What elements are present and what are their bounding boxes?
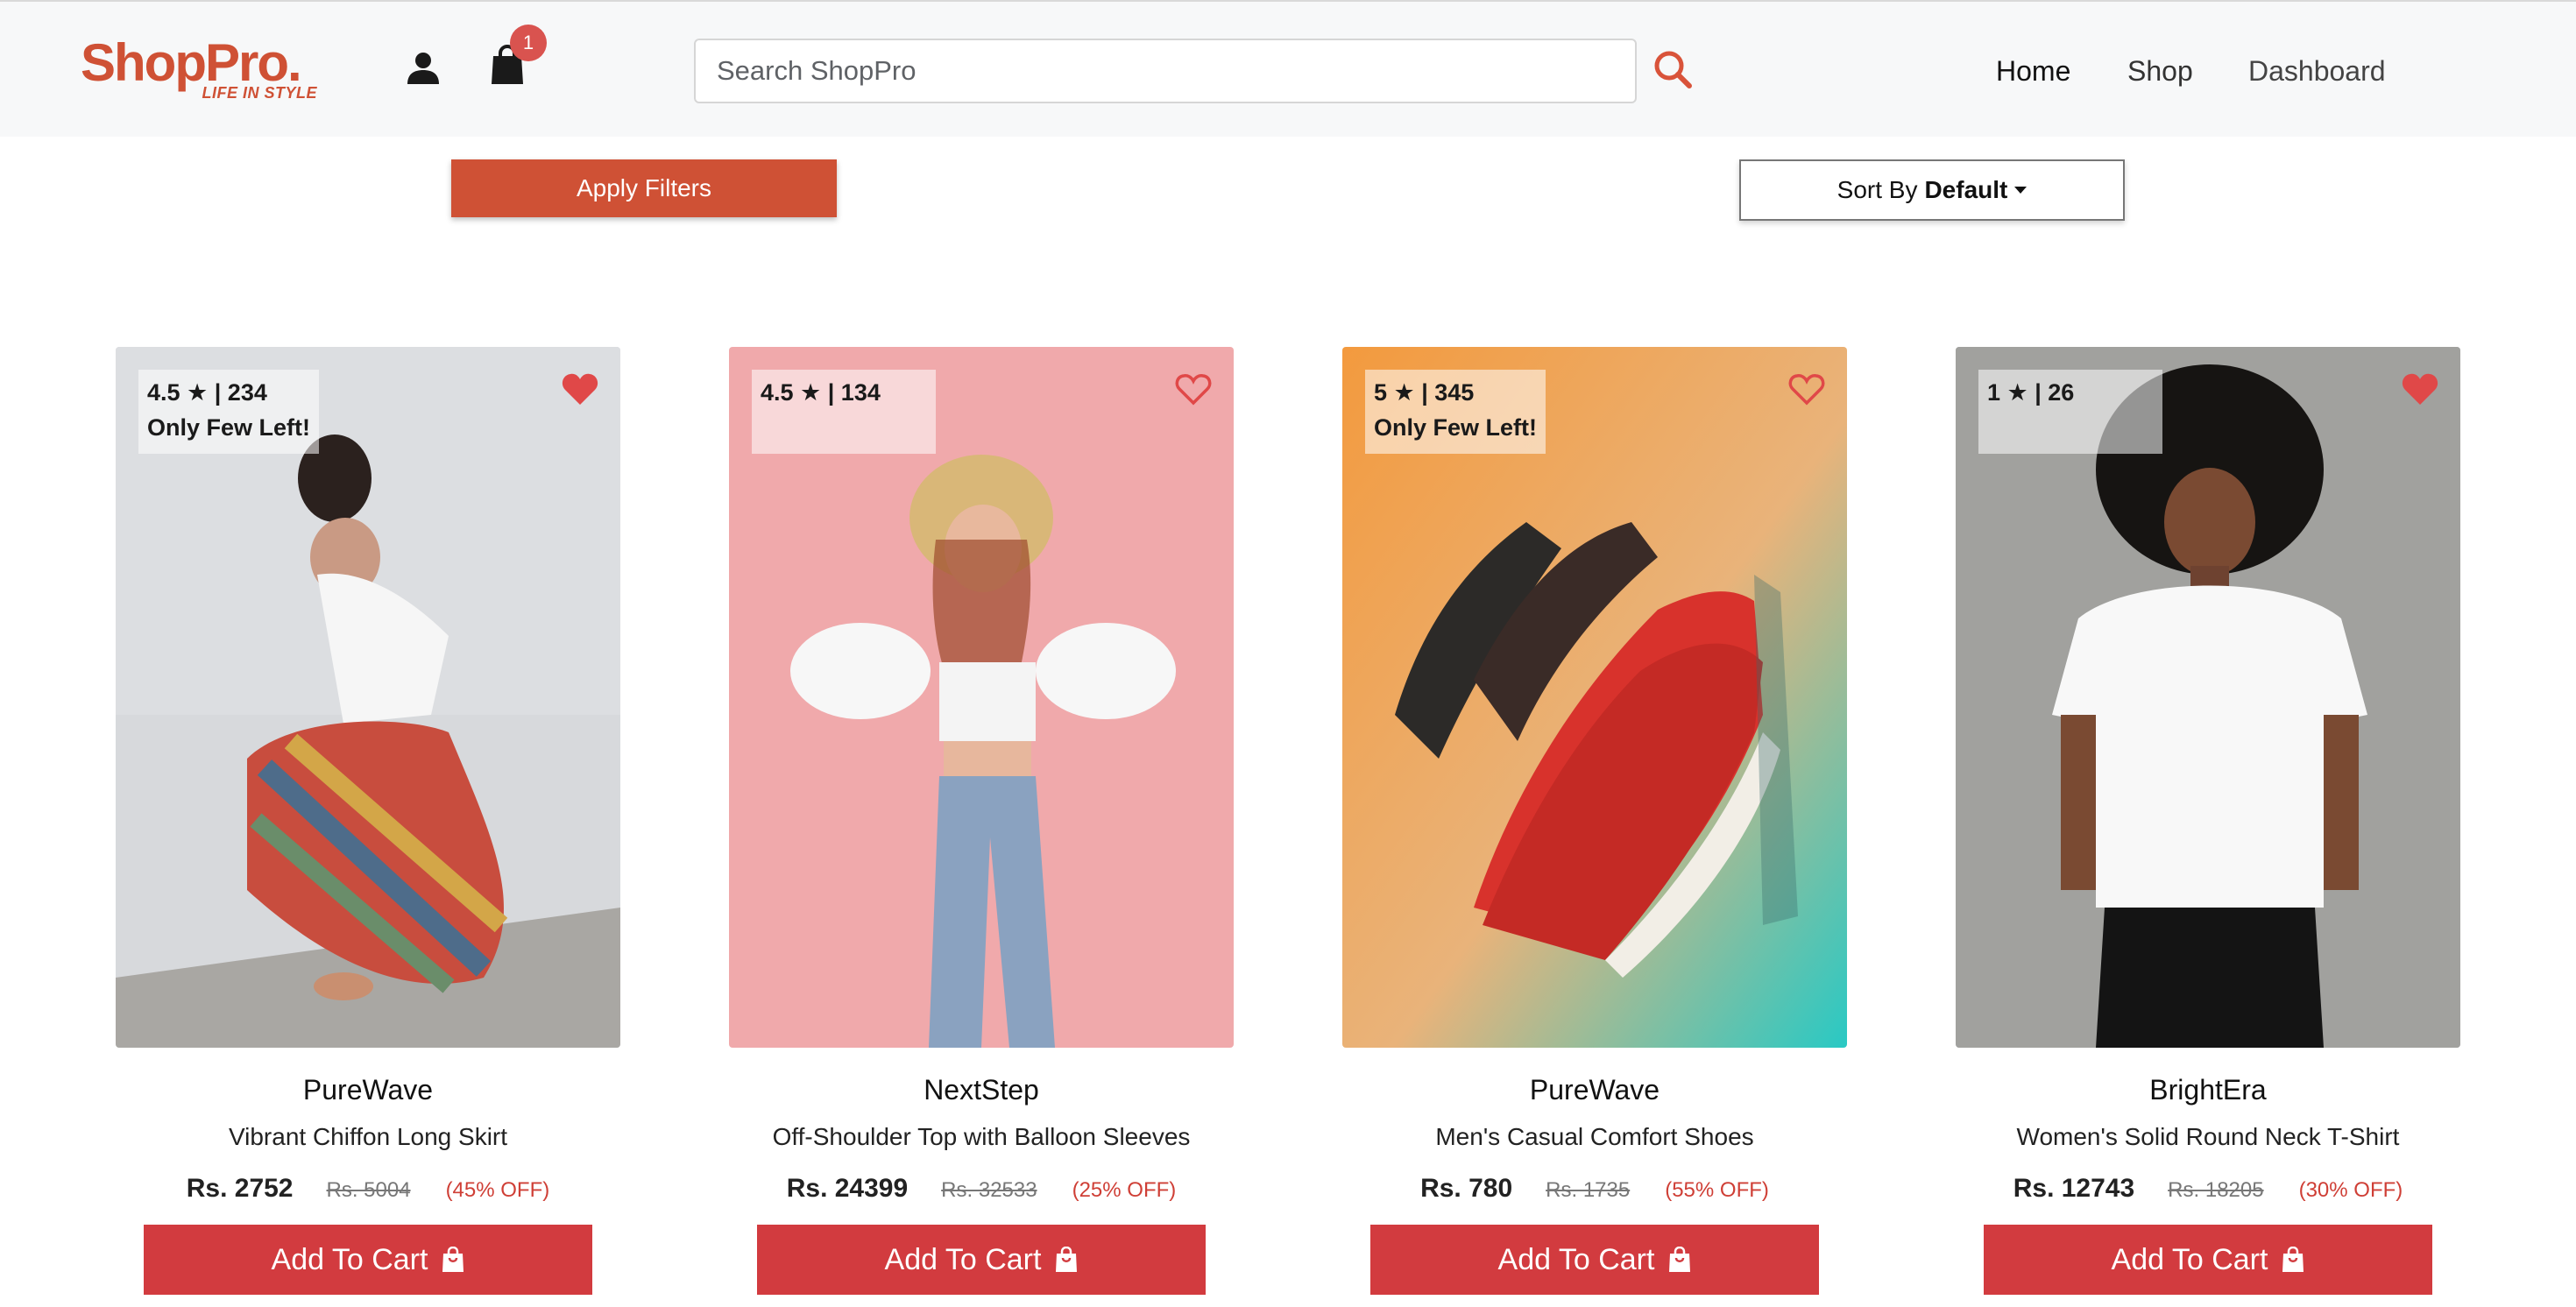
rating-badge: 4.5 ★ | 134 [752,370,936,454]
price-row: Rs. 24399 Rs. 32533 (25% OFF) [729,1174,1234,1204]
rating-badge: 1 ★ | 26 [1978,370,2162,454]
original-price: Rs. 5004 [326,1178,411,1202]
original-price: Rs. 32533 [941,1178,1037,1202]
sale-price: Rs. 780 [1420,1174,1513,1203]
original-price: Rs. 18205 [2168,1178,2264,1202]
rating-badge: 4.5 ★ | 234 Only Few Left! [138,370,320,454]
sale-price: Rs. 2752 [186,1174,294,1203]
shopping-bag-icon [1056,1247,1078,1272]
product-card[interactable]: 4.5 ★ | 134 NextStep Off-Shoulder Top wi… [729,347,1234,1307]
product-card[interactable]: 1 ★ | 26 BrightEra Women's Solid Round N… [1956,347,2460,1307]
apply-filters-button[interactable]: Apply Filters [451,159,837,217]
heart-filled-icon[interactable] [2401,371,2439,406]
rating-text: 5 ★ | 345 [1374,379,1475,406]
cart-count-badge: 1 [510,25,547,61]
discount-label: (55% OFF) [1665,1178,1769,1202]
nav-home[interactable]: Home [1996,49,2070,93]
shopping-bag-icon [2282,1247,2304,1272]
search-icon[interactable] [1651,47,1695,91]
caret-down-icon [2014,187,2028,194]
heart-filled-icon[interactable] [561,371,599,406]
original-price: Rs. 1735 [1546,1178,1631,1202]
sale-price: Rs. 12743 [2013,1174,2135,1203]
nav-shop[interactable]: Shop [2127,49,2193,93]
shopping-bag-icon [1669,1247,1691,1272]
rating-badge: 5 ★ | 345 Only Few Left! [1365,370,1546,454]
discount-label: (30% OFF) [2298,1178,2403,1202]
product-card[interactable]: 4.5 ★ | 234 Only Few Left! PureWave Vibr… [116,347,620,1307]
discount-label: (45% OFF) [445,1178,550,1202]
sale-price: Rs. 24399 [786,1174,909,1203]
heart-outline-icon[interactable] [1787,371,1826,406]
rating-text: 4.5 ★ | 234 [147,379,267,406]
rating-text: 1 ★ | 26 [1987,379,2075,406]
product-brand: NextStep [924,1074,1039,1106]
search-input[interactable] [694,39,1637,103]
rating-text: 4.5 ★ | 134 [761,379,881,406]
add-to-cart-label: Add To Cart [884,1242,1042,1276]
add-to-cart-button[interactable]: Add To Cart [1984,1225,2432,1295]
add-to-cart-label: Add To Cart [271,1242,428,1276]
price-row: Rs. 12743 Rs. 18205 (30% OFF) [1956,1174,2460,1204]
price-row: Rs. 2752 Rs. 5004 (45% OFF) [116,1174,620,1204]
product-brand: PureWave [1529,1074,1660,1106]
site-header: ShopPro. LIFE IN STYLE 1 Home Shop Dashb… [0,0,2576,137]
sort-dropdown[interactable]: Sort By Default [1739,159,2125,221]
logo-tagline: LIFE IN STYLE [202,84,317,102]
add-to-cart-button[interactable]: Add To Cart [1370,1225,1819,1295]
add-to-cart-label: Add To Cart [1497,1242,1655,1276]
discount-label: (25% OFF) [1072,1178,1177,1202]
stock-note: Only Few Left! [1374,414,1538,441]
shopping-bag-icon [442,1247,464,1272]
product-name[interactable]: Women's Solid Round Neck T-Shirt [1956,1123,2460,1151]
sort-value: Default [1924,176,2008,203]
add-to-cart-label: Add To Cart [2111,1242,2268,1276]
add-to-cart-button[interactable]: Add To Cart [757,1225,1206,1295]
product-name[interactable]: Vibrant Chiffon Long Skirt [116,1123,620,1151]
product-card[interactable]: 5 ★ | 345 Only Few Left! PureWave Men's … [1342,347,1847,1307]
product-name[interactable]: Men's Casual Comfort Shoes [1342,1123,1847,1151]
shoppro-logo[interactable]: ShopPro. LIFE IN STYLE [81,32,335,105]
stock-note: Only Few Left! [147,414,311,441]
heart-outline-icon[interactable] [1174,371,1213,406]
product-brand: BrightEra [2149,1074,2267,1106]
add-to-cart-button[interactable]: Add To Cart [144,1225,592,1295]
product-name[interactable]: Off-Shoulder Top with Balloon Sleeves [729,1123,1234,1151]
price-row: Rs. 780 Rs. 1735 (55% OFF) [1342,1174,1847,1204]
nav-dashboard[interactable]: Dashboard [2248,49,2386,93]
user-icon[interactable] [405,49,442,86]
product-brand: PureWave [302,1074,434,1106]
sort-label: Sort By [1836,176,1918,203]
